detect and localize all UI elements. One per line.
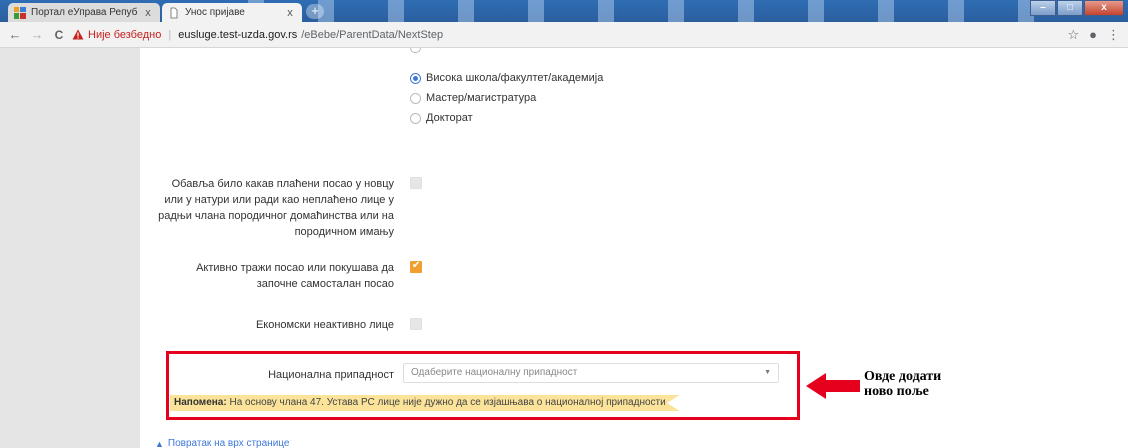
tab-close-icon[interactable]: x: [284, 7, 296, 19]
inactive-checkbox[interactable]: [410, 318, 422, 330]
tab-title: Портал еУправа Републике Срб: [31, 7, 137, 18]
close-window-button[interactable]: x: [1084, 0, 1124, 16]
nationality-note: Напомена: На основу члана 47. Устава РС …: [170, 395, 680, 411]
forward-button[interactable]: →: [28, 27, 46, 42]
education-option-master[interactable]: Мастер/магистратура: [410, 92, 536, 104]
tab-entry-form[interactable]: Унос пријаве x: [162, 3, 302, 22]
portal-favicon-icon: [14, 6, 26, 19]
tab-strip: Портал еУправа Републике Срб x Унос приј…: [0, 0, 1128, 22]
tab-close-icon[interactable]: x: [142, 7, 154, 19]
minimize-button[interactable]: –: [1030, 0, 1056, 16]
nationality-select[interactable]: Одаберите националну припадност ▼: [403, 363, 779, 383]
nationality-placeholder: Одаберите националну припадност: [411, 367, 578, 378]
paid-work-checkbox[interactable]: [410, 177, 422, 189]
tab-portal[interactable]: Портал еУправа Републике Срб x: [8, 3, 160, 22]
url-host: eusluge.test-uzda.gov.rs: [178, 28, 298, 41]
radio-label: Висока школа/факултет/академија: [426, 72, 604, 84]
education-option-university[interactable]: Висока школа/факултет/академија: [410, 72, 603, 84]
radio-button[interactable]: [410, 112, 421, 124]
red-arrow-icon: [806, 373, 860, 399]
inactive-label: Економски неактивно лице: [255, 319, 394, 331]
address-bar: ← → C Није безбедно | eusluge.test-uzda.…: [0, 22, 1128, 48]
note-prefix: Напомена:: [174, 397, 227, 408]
annotation-text: Овде додати ново поље: [864, 369, 941, 399]
warning-triangle-icon: [72, 29, 84, 40]
radio-button[interactable]: [410, 92, 421, 104]
education-option-doctorate[interactable]: Докторат: [410, 112, 473, 124]
radio-label: Докторат: [426, 112, 473, 124]
back-button[interactable]: ←: [6, 27, 24, 42]
back-to-top-label: Повратак на врх странице: [167, 438, 290, 448]
chevron-down-icon: ▼: [764, 369, 771, 376]
annotation-line-1: Овде додати: [864, 369, 942, 384]
page-document-icon: [170, 7, 178, 18]
paid-work-label: Обавља било какав плаћени посао у новцу …: [158, 178, 394, 238]
not-secure-label[interactable]: Није безбедно: [88, 29, 161, 41]
radio-label: Мастер/магистратура: [426, 92, 537, 104]
back-to-top-link[interactable]: ▲ Повратак на врх странице: [155, 438, 289, 448]
desktop-background: [220, 0, 1040, 22]
job-seeking-label: Активно тражи посао или покушава да запо…: [196, 262, 394, 290]
maximize-button[interactable]: □: [1057, 0, 1083, 16]
reload-button[interactable]: C: [50, 28, 68, 42]
bookmark-star-icon[interactable]: ☆: [1067, 27, 1079, 43]
url-path: /eBebe/ParentData/NextStep: [301, 28, 444, 41]
annotation-line-2: ново поље: [864, 384, 929, 399]
new-tab-button[interactable]: +: [306, 4, 324, 19]
url-field[interactable]: Није безбедно | eusluge.test-uzda.gov.rs…: [72, 29, 443, 41]
job-seeking-checkbox[interactable]: [410, 260, 422, 273]
nationality-label: Национална припадност: [268, 369, 394, 381]
toolbar-icons: ☆ ● ⋮: [1067, 27, 1120, 43]
url-separator: |: [168, 28, 172, 41]
window-controls: – □ x: [1030, 0, 1124, 16]
note-text: На основу члана 47. Устава РС лице није …: [226, 397, 666, 408]
page-left-gutter: [0, 48, 140, 448]
arrow-up-icon: ▲: [155, 438, 164, 448]
radio-button-checked[interactable]: [410, 72, 421, 84]
tab-title: Унос пријаве: [185, 7, 245, 18]
account-icon[interactable]: ●: [1089, 27, 1097, 43]
menu-dots-icon[interactable]: ⋮: [1107, 27, 1120, 43]
